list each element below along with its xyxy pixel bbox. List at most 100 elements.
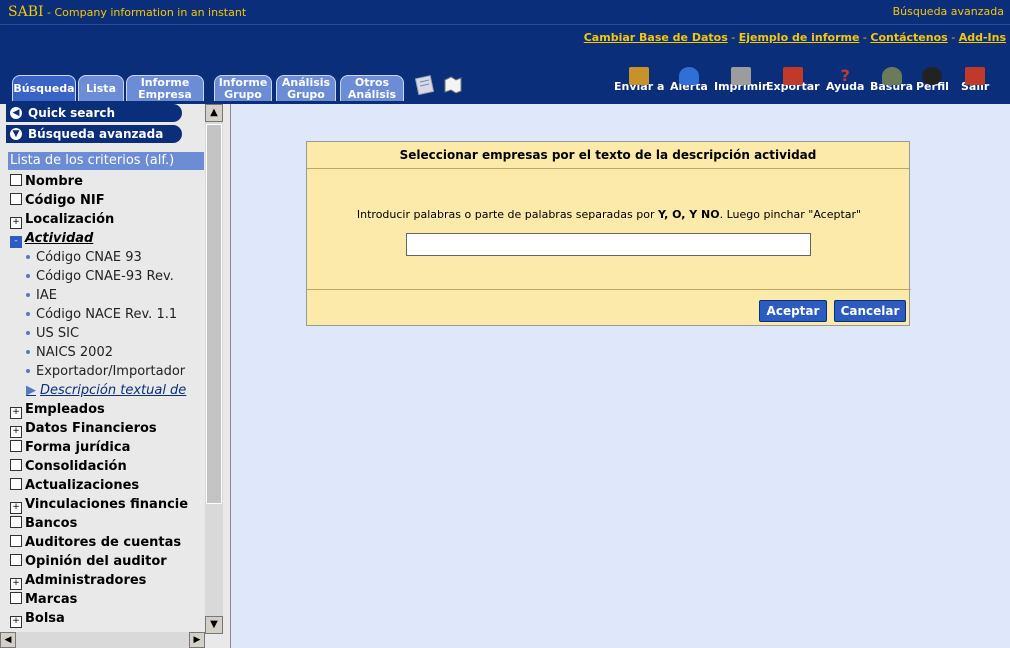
dialog-title: Seleccionar empresas por el texto de la … <box>307 142 909 169</box>
expand-plus-icon[interactable]: + <box>10 407 22 419</box>
expand-plus-icon[interactable]: + <box>10 616 22 628</box>
scroll-down-icon[interactable]: ▼ <box>205 616 223 634</box>
bullet-icon <box>26 350 30 354</box>
criterion-auditores[interactable]: Auditores de cuentas <box>10 535 181 550</box>
print-button[interactable]: Imprimir <box>714 67 767 93</box>
bullet-icon <box>26 293 30 297</box>
criterion-actividad[interactable]: - Actividad <box>10 231 93 248</box>
arrow-down-icon: ▼ <box>10 128 22 140</box>
scroll-right-icon[interactable]: ▶ <box>189 632 205 648</box>
expand-plus-icon[interactable]: + <box>10 217 22 229</box>
criterion-marcas[interactable]: Marcas <box>10 592 77 607</box>
toolbar: Búsqueda Lista Informe Empresa Informe G… <box>0 64 1010 104</box>
link-change-database[interactable]: Cambiar Base de Datos <box>584 31 728 44</box>
sidebar-horizontal-scrollbar[interactable]: ◀ ▶ <box>0 632 205 648</box>
link-sample-report[interactable]: Ejemplo de informe <box>739 31 860 44</box>
export-button[interactable]: Exportar <box>766 67 820 93</box>
criterion-bolsa[interactable]: + Bolsa <box>10 611 65 628</box>
activity-item[interactable]: US SIC <box>26 326 79 341</box>
checkbox-icon[interactable] <box>10 440 22 452</box>
brand-tagline: - Company information in an instant <box>47 6 247 19</box>
checkbox-icon[interactable] <box>10 516 22 528</box>
checkbox-icon[interactable] <box>10 193 22 205</box>
trash-button[interactable]: Basura <box>870 67 913 93</box>
search-mode-label: Búsqueda avanzada <box>892 5 1004 18</box>
checkbox-icon[interactable] <box>10 459 22 471</box>
accept-button[interactable]: Aceptar <box>759 300 827 322</box>
scroll-up-icon[interactable]: ▲ <box>205 104 223 122</box>
expand-plus-icon[interactable]: + <box>10 502 22 514</box>
criterion-actualizaciones[interactable]: Actualizaciones <box>10 478 139 493</box>
brand: SABI - Company information in an instant <box>8 4 246 20</box>
question-icon: ? <box>840 66 850 85</box>
checkbox-icon[interactable] <box>10 592 22 604</box>
pointer-arrow-icon: ▶ <box>26 383 36 398</box>
bullet-icon <box>26 312 30 316</box>
profile-button[interactable]: Perfil <box>916 67 949 93</box>
collapse-minus-icon[interactable]: - <box>10 236 22 248</box>
criterion-administradores[interactable]: + Administradores <box>10 573 146 590</box>
sidebar-vertical-scrollbar[interactable]: ▲ ▼ <box>205 104 223 634</box>
tab-analisis-grupo[interactable]: Análisis Grupo <box>276 75 336 101</box>
activity-item[interactable]: Código CNAE 93 <box>26 250 142 265</box>
checkbox-icon[interactable] <box>10 174 22 186</box>
activity-item[interactable]: IAE <box>26 288 57 303</box>
quick-search-button[interactable]: ◀ Quick search <box>6 104 182 122</box>
table-grid-icon <box>782 67 803 85</box>
printer-icon <box>730 67 751 85</box>
checkbox-icon[interactable] <box>10 554 22 566</box>
criterion-forma-juridica[interactable]: Forma jurídica <box>10 440 130 455</box>
advanced-search-button[interactable]: ▼ Búsqueda avanzada <box>6 125 182 143</box>
criterion-empleados[interactable]: + Empleados <box>10 402 105 419</box>
tab-informe-grupo[interactable]: Informe Grupo <box>214 75 272 101</box>
notepad-icon[interactable] <box>414 74 436 96</box>
dialog-instruction: Introducir palabras o parte de palabras … <box>356 208 862 221</box>
activity-item-selected[interactable]: ▶ Descripción textual de <box>26 383 186 398</box>
activity-item[interactable]: Código NACE Rev. 1.1 <box>26 307 177 322</box>
criterion-opinion-auditor[interactable]: Opinión del auditor <box>10 554 167 569</box>
exit-button[interactable]: Salir <box>961 67 989 93</box>
activity-item[interactable]: NAICS 2002 <box>26 345 113 360</box>
criterion-localizacion[interactable]: + Localización <box>10 212 114 229</box>
criterion-datos-financieros[interactable]: + Datos Financieros <box>10 421 157 438</box>
bell-icon <box>678 67 699 85</box>
tab-lista[interactable]: Lista <box>78 75 124 101</box>
recycle-bin-icon <box>881 67 902 85</box>
tab-otros-analisis[interactable]: Otros Análisis <box>340 75 404 101</box>
criterion-consolidacion[interactable]: Consolidación <box>10 459 127 474</box>
bullet-icon <box>26 331 30 335</box>
scroll-thumb[interactable] <box>206 124 222 504</box>
keywords-input[interactable] <box>406 233 811 256</box>
map-icon[interactable] <box>442 74 464 96</box>
header-links: Cambiar Base de Datos - Ejemplo de infor… <box>583 31 1006 44</box>
title-bar: SABI - Company information in an instant… <box>0 0 1010 24</box>
criterion-bancos[interactable]: Bancos <box>10 516 77 531</box>
help-button[interactable]: ? Ayuda <box>826 67 864 94</box>
scroll-left-icon[interactable]: ◀ <box>0 632 16 648</box>
alert-button[interactable]: Alerta <box>670 67 708 93</box>
cancel-button[interactable]: Cancelar <box>834 300 906 322</box>
criterion-nombre[interactable]: Nombre <box>10 174 83 189</box>
criterion-vinculaciones[interactable]: + Vinculaciones financie <box>10 497 188 514</box>
bullet-icon <box>26 274 30 278</box>
tab-informe-empresa[interactable]: Informe Empresa <box>126 75 204 101</box>
checkbox-icon[interactable] <box>10 535 22 547</box>
building-icon <box>629 67 650 85</box>
send-to-button[interactable]: Enviar a <box>614 67 664 93</box>
tab-busqueda[interactable]: Búsqueda <box>12 75 76 101</box>
activity-item[interactable]: Exportador/Importador <box>26 364 185 379</box>
activity-item[interactable]: Código CNAE-93 Rev. <box>26 269 174 284</box>
criterion-codigo-nif[interactable]: Código NIF <box>10 193 105 208</box>
expand-plus-icon[interactable]: + <box>10 426 22 438</box>
link-add-ins[interactable]: Add-Ins <box>959 31 1006 44</box>
brand-logo: SABI <box>8 4 44 20</box>
bullet-icon <box>26 255 30 259</box>
link-contact[interactable]: Contáctenos <box>870 31 947 44</box>
checkbox-icon[interactable] <box>10 478 22 490</box>
dialog-footer: Aceptar Cancelar <box>307 289 911 328</box>
criteria-list-title: Lista de los criterios (alf.) <box>8 152 204 170</box>
main-content: Seleccionar empresas por el texto de la … <box>231 104 1010 648</box>
exit-door-icon <box>965 67 986 85</box>
expand-plus-icon[interactable]: + <box>10 578 22 590</box>
link-bar: Cambiar Base de Datos - Ejemplo de infor… <box>0 24 1010 65</box>
